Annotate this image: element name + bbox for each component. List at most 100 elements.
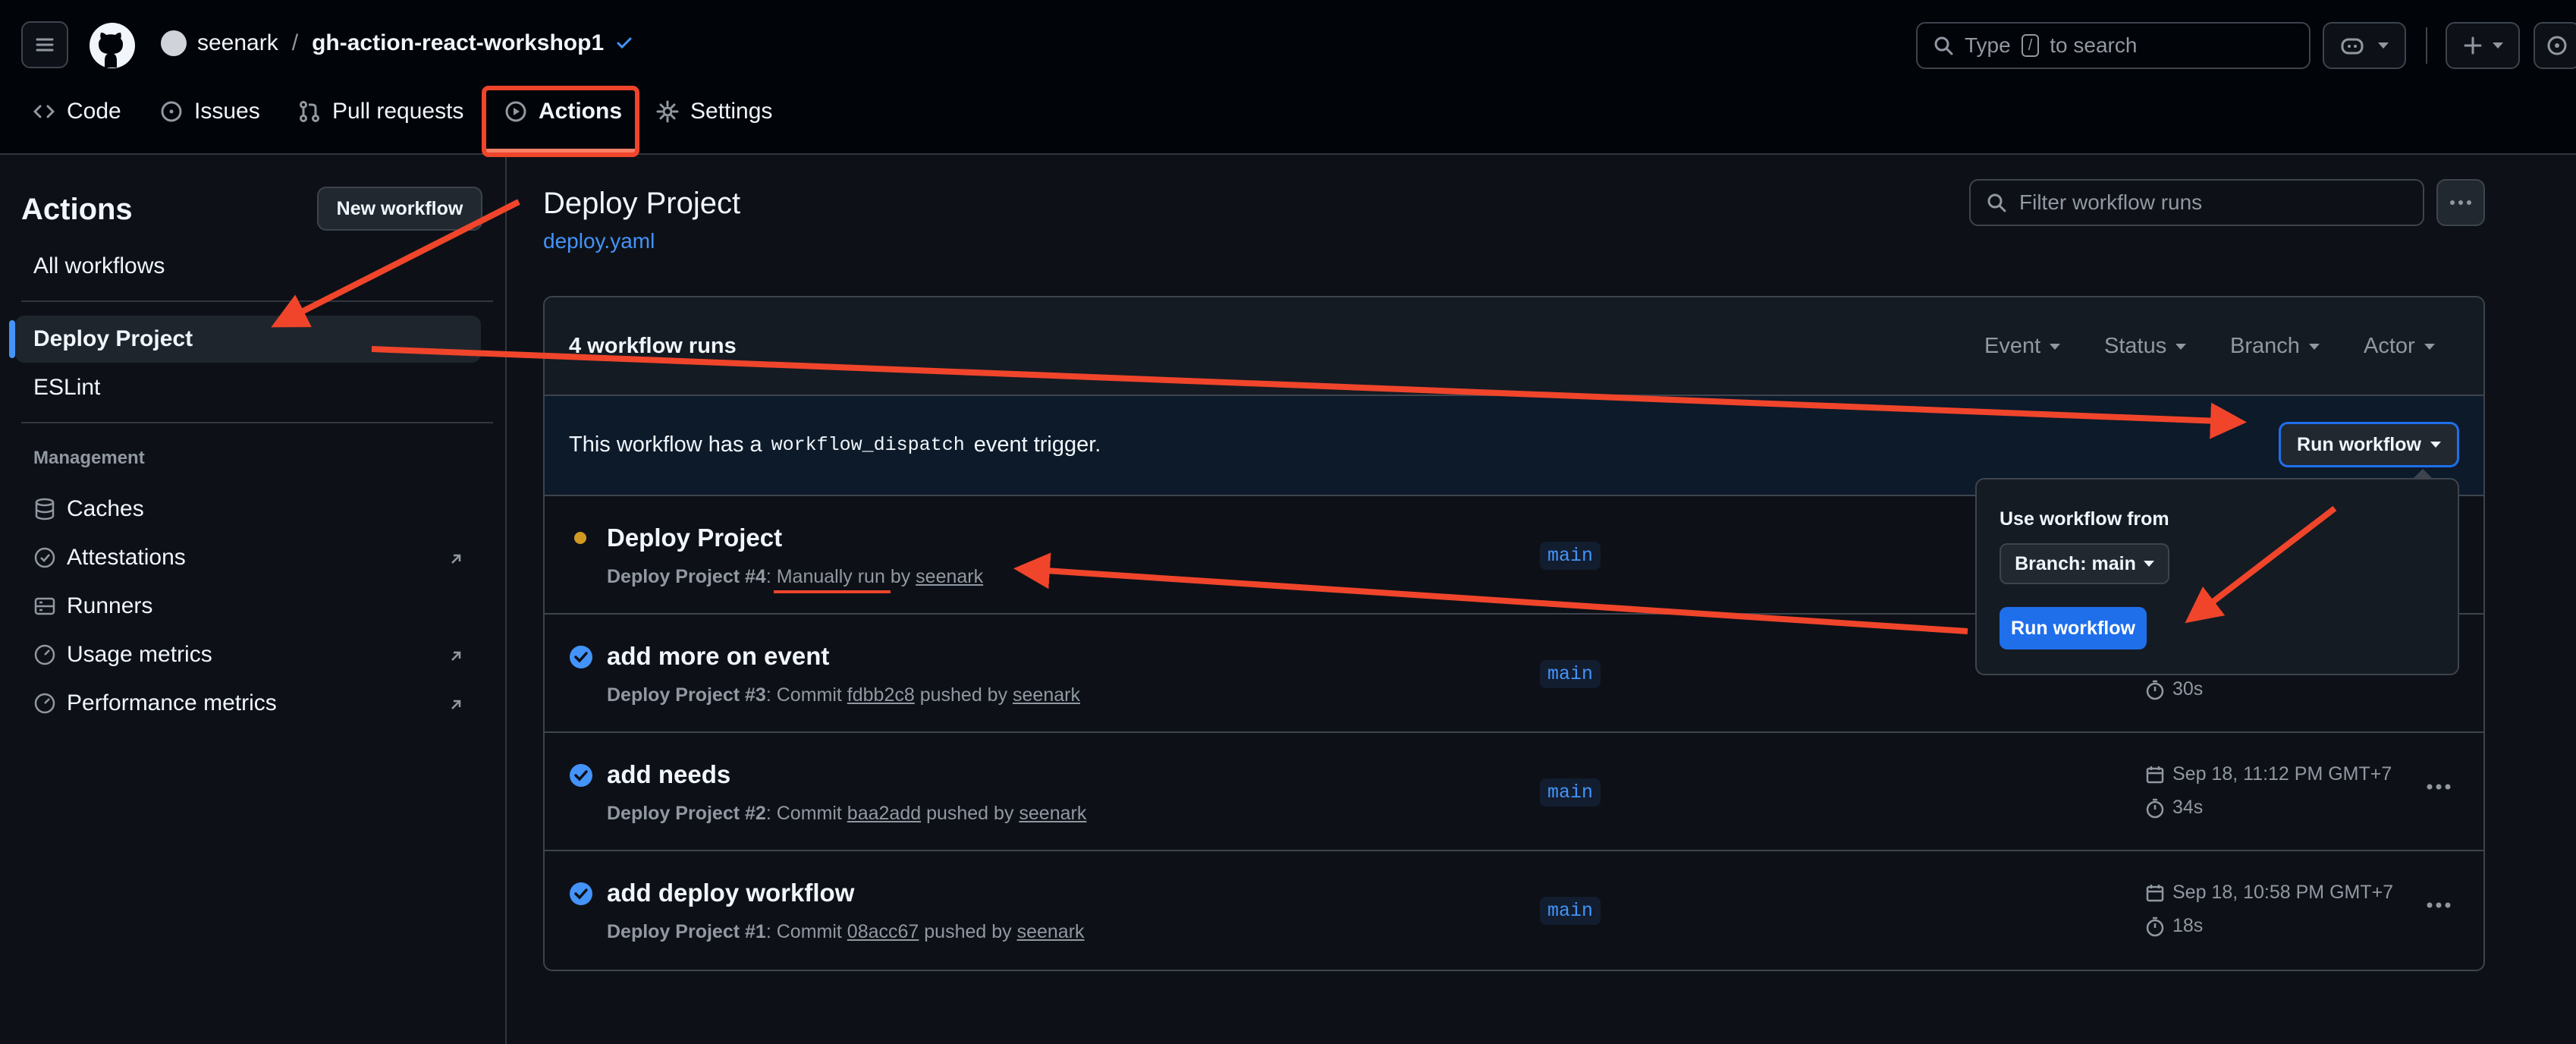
hamburger-icon bbox=[36, 38, 54, 52]
menu-button[interactable] bbox=[21, 21, 68, 68]
git-pull-request-icon bbox=[300, 101, 319, 122]
success-check-icon bbox=[570, 646, 592, 668]
success-check-icon bbox=[570, 764, 592, 787]
owner-link[interactable]: seenark bbox=[197, 30, 278, 56]
duration-value: 34s bbox=[2172, 797, 2204, 818]
chevron-down-icon bbox=[2493, 42, 2503, 49]
meter-icon bbox=[34, 693, 55, 714]
run-title[interactable]: Deploy Project bbox=[607, 524, 782, 552]
tab-issues[interactable]: Issues bbox=[159, 99, 260, 124]
run-subtitle: Deploy Project #3: Commit fdbb2c8 pushed… bbox=[607, 684, 1080, 706]
run-title[interactable]: add deploy workflow bbox=[607, 879, 854, 907]
commit-sha-link[interactable]: baa2add bbox=[847, 803, 921, 824]
duration-value: 18s bbox=[2172, 915, 2204, 936]
commit-sha-link[interactable]: fdbb2c8 bbox=[847, 684, 915, 706]
run-workflow-label: Run workflow bbox=[2297, 433, 2421, 455]
sidebar-item-attestations[interactable]: Attestations bbox=[33, 545, 186, 571]
tab-pull-requests[interactable]: Pull requests bbox=[297, 99, 463, 124]
sidebar-item-runners[interactable]: Runners bbox=[33, 593, 152, 619]
stopwatch-icon bbox=[2146, 917, 2164, 936]
run-actor-link[interactable]: seenark bbox=[1019, 803, 1086, 824]
run-date: Sep 18, 10:58 PM GMT+7 bbox=[2145, 882, 2393, 904]
success-check-icon bbox=[570, 882, 592, 905]
run-trigger: Manually run bbox=[776, 566, 885, 587]
run-workflow-name: Deploy Project bbox=[607, 803, 740, 824]
copilot-button[interactable] bbox=[2323, 22, 2406, 69]
run-workflow-dropdown: Use workflow from Branch: main Run workf… bbox=[1975, 478, 2459, 675]
run-workflow-button[interactable]: Run workflow bbox=[2279, 422, 2459, 467]
chevron-down-icon bbox=[2424, 343, 2435, 350]
filter-placeholder: Filter workflow runs bbox=[2019, 190, 2203, 214]
event-filter[interactable]: Event bbox=[1984, 334, 2061, 359]
sidebar-item-all-workflows[interactable]: All workflows bbox=[15, 243, 481, 290]
code-icon bbox=[33, 105, 55, 118]
actor-filter-label: Actor bbox=[2364, 334, 2415, 358]
sidebar-title: Actions bbox=[21, 193, 133, 226]
new-workflow-button[interactable]: New workflow bbox=[317, 187, 482, 231]
search-prefix: Type bbox=[1965, 33, 2011, 57]
sidebar-item-performance-metrics[interactable]: Performance metrics bbox=[33, 690, 277, 716]
filter-runs-input[interactable]: Filter workflow runs bbox=[1969, 179, 2424, 226]
run-title[interactable]: add needs bbox=[607, 760, 730, 789]
kebab-horizontal-icon[interactable] bbox=[2426, 783, 2452, 791]
sidebar-item-deploy-project[interactable]: Deploy Project bbox=[15, 316, 481, 363]
repo-link[interactable]: gh-action-react-workshop1 bbox=[312, 30, 604, 56]
commit-sha-link[interactable]: 08acc67 bbox=[847, 921, 919, 942]
run-count: 4 workflow runs bbox=[569, 334, 737, 358]
run-title[interactable]: add more on event bbox=[607, 642, 829, 671]
management-heading: Management bbox=[33, 448, 145, 468]
run-duration: 34s bbox=[2145, 797, 2203, 819]
actions-sidebar: Actions New workflow All workflows Deplo… bbox=[0, 155, 507, 1044]
branch-badge[interactable]: main bbox=[1540, 660, 1601, 688]
in-progress-dot-icon bbox=[574, 532, 586, 544]
breadcrumb-separator: / bbox=[291, 30, 299, 55]
run-commit-prefix: Commit bbox=[776, 803, 847, 824]
workflow-title: Deploy Project bbox=[543, 187, 741, 220]
run-workflow-submit-button[interactable]: Run workflow bbox=[2000, 607, 2147, 649]
status-filter[interactable]: Status bbox=[2104, 334, 2187, 359]
server-icon bbox=[34, 597, 55, 615]
issue-opened-icon bbox=[161, 101, 182, 122]
external-link-icon bbox=[451, 554, 461, 564]
workflow-file-link[interactable]: deploy.yaml bbox=[543, 229, 655, 253]
calendar-icon bbox=[2146, 884, 2164, 901]
verified-icon bbox=[34, 547, 55, 568]
branch-badge[interactable]: main bbox=[1540, 542, 1601, 570]
branch-filter[interactable]: Branch bbox=[2230, 334, 2320, 359]
actor-filter[interactable]: Actor bbox=[2364, 334, 2435, 359]
run-pushed-by: pushed by bbox=[914, 684, 1013, 706]
search-input[interactable]: Type / to search bbox=[1916, 22, 2311, 69]
owner-avatar[interactable] bbox=[161, 30, 187, 56]
external-link-icon bbox=[451, 651, 461, 661]
branch-badge[interactable]: main bbox=[1540, 778, 1601, 807]
more-options-button[interactable] bbox=[2436, 179, 2485, 226]
branch-select-button[interactable]: Branch: main bbox=[2000, 543, 2169, 584]
duration-value: 30s bbox=[2172, 678, 2204, 700]
copilot-icon bbox=[2341, 38, 2364, 55]
branch-badge[interactable]: main bbox=[1540, 897, 1601, 925]
run-actor-link[interactable]: seenark bbox=[1013, 684, 1080, 706]
tab-settings[interactable]: Settings bbox=[655, 99, 772, 124]
tab-code-label: Code bbox=[67, 99, 121, 124]
run-actor-link[interactable]: seenark bbox=[1017, 921, 1085, 942]
run-actor-link[interactable]: seenark bbox=[916, 566, 983, 587]
create-new-button[interactable] bbox=[2446, 22, 2520, 69]
tab-issues-label: Issues bbox=[194, 99, 260, 124]
tab-code[interactable]: Code bbox=[32, 99, 121, 124]
workflow-run-row[interactable]: add deploy workflow Deploy Project #1: C… bbox=[545, 851, 2483, 970]
chevron-down-icon bbox=[2308, 343, 2320, 350]
performance-metrics-label: Performance metrics bbox=[67, 690, 277, 715]
tab-actions-underline bbox=[485, 149, 637, 153]
sidebar-item-usage-metrics[interactable]: Usage metrics bbox=[33, 642, 212, 668]
tab-actions[interactable]: Actions bbox=[504, 99, 622, 124]
sidebar-item-eslint[interactable]: ESLint bbox=[15, 364, 481, 411]
divider bbox=[21, 422, 493, 423]
github-logo-icon[interactable] bbox=[88, 21, 137, 70]
workflow-run-row[interactable]: add needs Deploy Project #2: Commit baa2… bbox=[545, 733, 2483, 851]
dropdown-label: Use workflow from bbox=[2000, 508, 2169, 530]
check-icon bbox=[617, 37, 632, 49]
kebab-horizontal-icon[interactable] bbox=[2426, 901, 2452, 909]
sidebar-item-caches[interactable]: Caches bbox=[33, 496, 144, 522]
issues-header-button[interactable] bbox=[2534, 22, 2576, 69]
search-icon bbox=[1934, 36, 1953, 55]
